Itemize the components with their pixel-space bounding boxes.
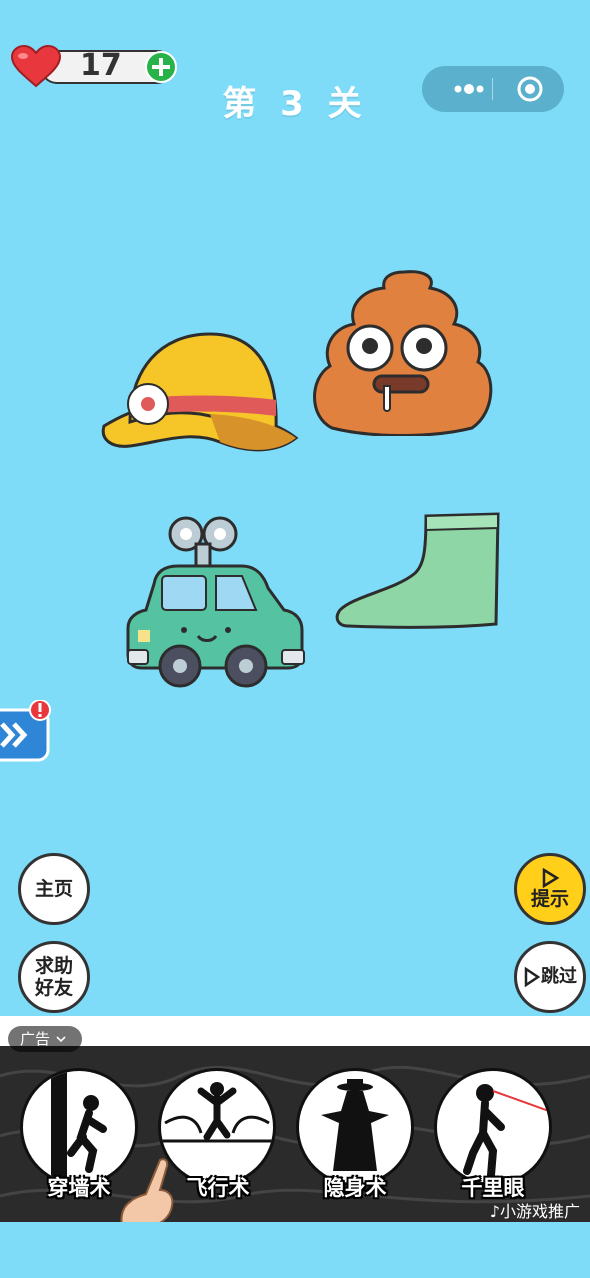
poop-item[interactable] (312, 268, 496, 436)
far-sight-person-icon (463, 1084, 549, 1179)
mini-program-capsule (422, 66, 564, 112)
capsule-divider (492, 78, 493, 100)
home-label: 主页 (34, 878, 73, 900)
hint-label: 提示 (530, 888, 569, 910)
record-circle-icon[interactable] (502, 66, 558, 112)
play-icon (542, 868, 560, 888)
more-dots-icon[interactable] (436, 66, 492, 112)
sock-item[interactable] (334, 510, 504, 632)
play-icon (524, 967, 541, 987)
skip-button[interactable]: 跳过 (514, 941, 586, 1013)
ad-choice-label-3: 隐身术 (323, 1176, 387, 1200)
home-button[interactable]: 主页 (18, 853, 90, 925)
ask-friends-label: 求助 好友 (34, 955, 73, 999)
ad-choice-invisible[interactable] (296, 1068, 414, 1186)
ad-tag[interactable]: 广告 (8, 1026, 82, 1052)
ask-friends-button[interactable]: 求助 好友 (18, 941, 90, 1013)
ad-promo-label: ♪小游戏推广 (489, 1202, 580, 1221)
cloaked-figure-icon (321, 1079, 389, 1171)
hat-item[interactable] (100, 330, 300, 458)
pointing-hand-icon (120, 1158, 174, 1222)
ad-banner[interactable]: 你想获得哪一种超能力? 广告 穿墙术 飞行术 隐身术 千里眼 ♪小游戏推广 (0, 1016, 590, 1222)
hint-button[interactable]: 提示 (514, 853, 586, 925)
chevron-down-icon (56, 1036, 66, 1043)
wind-up-car-item[interactable] (124, 514, 306, 690)
ad-choice-far-sight[interactable] (434, 1068, 552, 1186)
ad-question: 你想获得哪一种超能力? (189, 1024, 401, 1048)
skip-label: 跳过 (541, 966, 577, 987)
side-expand-button[interactable] (0, 700, 54, 762)
